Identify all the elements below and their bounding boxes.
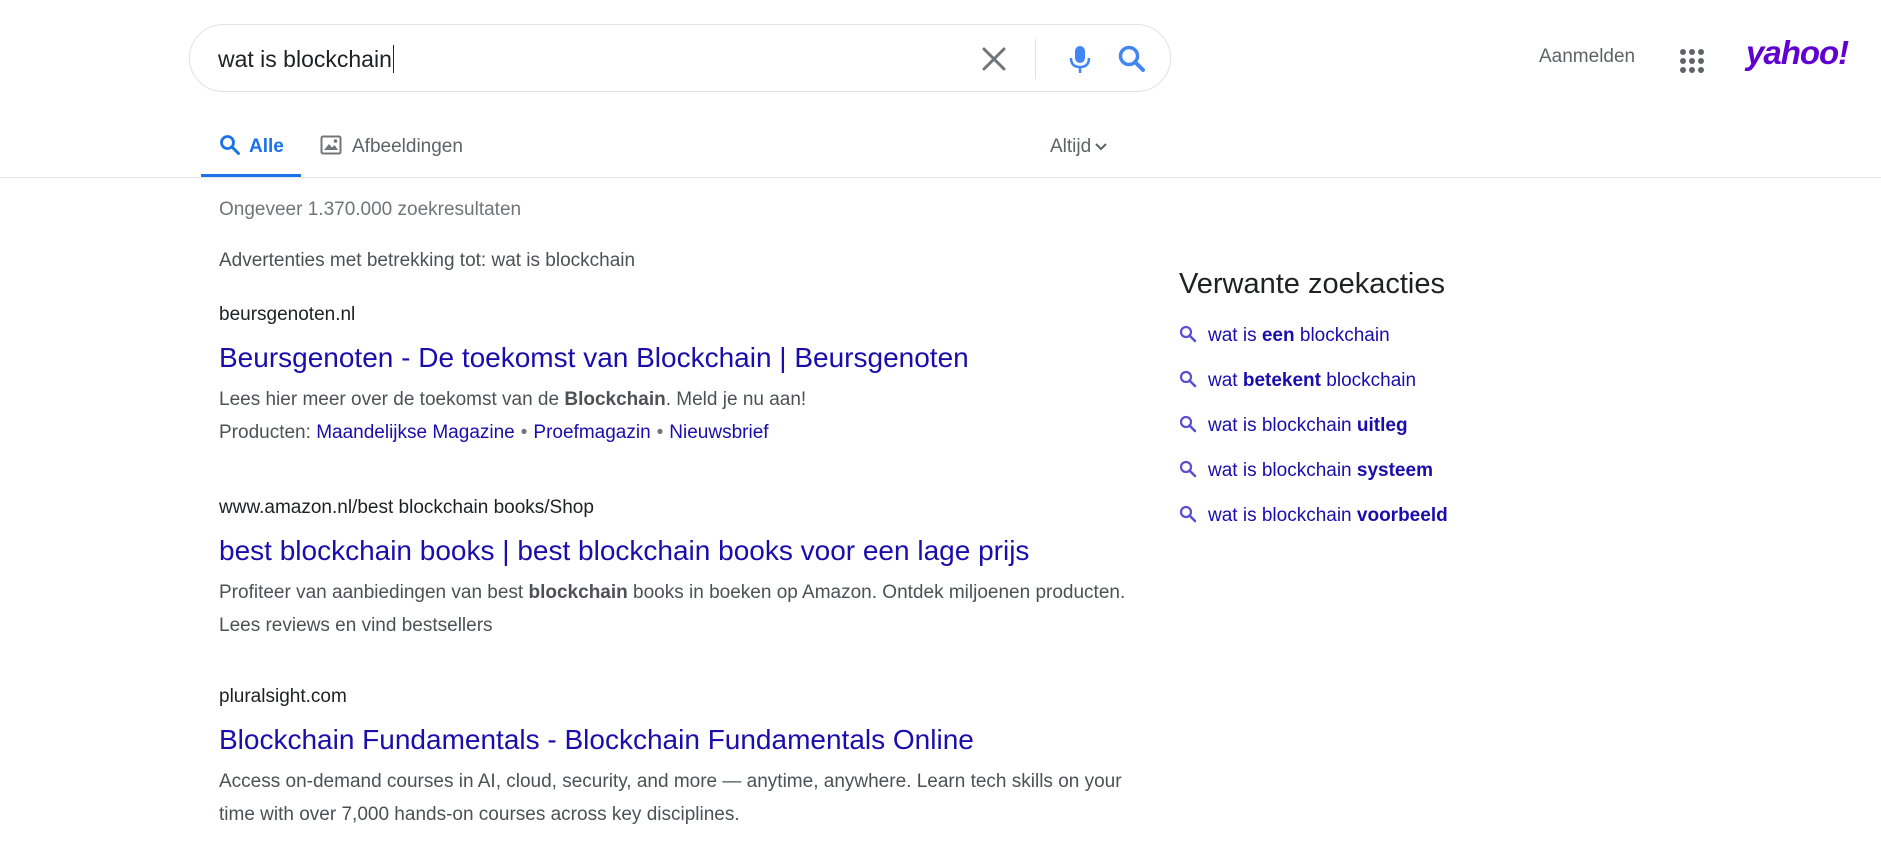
sitelinks-label: Producten:	[219, 422, 311, 443]
result-url[interactable]: www.amazon.nl/best blockchain books/Shop	[219, 496, 1139, 520]
tab-all-label: Alle	[249, 136, 284, 157]
mic-icon	[1069, 46, 1091, 73]
separator-dot: •	[520, 422, 528, 443]
signin-link[interactable]: Aanmelden	[1539, 46, 1635, 68]
results-count: Ongeveer 1.370.000 zoekresultaten	[219, 199, 522, 220]
result-url[interactable]: beursgenoten.nl	[219, 303, 1139, 327]
result-title[interactable]: Beursgenoten - De toekomst van Blockchai…	[219, 341, 1139, 375]
result-title[interactable]: best blockchain books | best blockchain …	[219, 534, 1139, 568]
search-result: pluralsight.com Blockchain Fundamentals …	[219, 685, 1139, 831]
header-divider	[0, 177, 1881, 178]
search-input-wrap[interactable]: wat is blockchain	[218, 25, 394, 93]
result-description: Profiteer van aanbiedingen van best bloc…	[219, 582, 1126, 636]
sitelink[interactable]: Nieuwsbrief	[669, 422, 768, 443]
search-divider	[1035, 39, 1036, 79]
separator-dot: •	[656, 422, 664, 443]
text-caret	[392, 44, 394, 73]
result-title[interactable]: Blockchain Fundamentals - Blockchain Fun…	[219, 723, 1139, 757]
apps-button[interactable]	[1679, 48, 1705, 74]
search-icon	[1118, 45, 1145, 72]
related-search-item[interactable]: wat betekent blockchain	[1179, 370, 1448, 415]
search-icon	[1179, 505, 1197, 523]
result-description: Access on-demand courses in AI, cloud, s…	[219, 771, 1122, 825]
search-result: www.amazon.nl/best blockchain books/Shop…	[219, 496, 1139, 642]
voice-search-button[interactable]	[1067, 43, 1093, 75]
search-icon	[1179, 370, 1197, 388]
time-filter-dropdown[interactable]: Altijd	[1050, 136, 1107, 158]
related-search-item[interactable]: wat is blockchain uitleg	[1179, 415, 1448, 460]
chevron-down-icon	[1095, 143, 1107, 151]
related-search-item[interactable]: wat is blockchain voorbeeld	[1179, 505, 1448, 550]
yahoo-logo[interactable]: yahoo!	[1746, 34, 1849, 72]
related-searches-title: Verwante zoekacties	[1179, 268, 1445, 300]
clear-icon	[982, 47, 1006, 71]
related-search-item[interactable]: wat is blockchain systeem	[1179, 460, 1448, 505]
search-bar[interactable]: wat is blockchain	[189, 24, 1171, 92]
search-icon	[220, 135, 240, 155]
tab-all[interactable]: Alle	[201, 132, 301, 177]
search-icon	[1179, 325, 1197, 343]
ads-label: Advertenties met betrekking tot: wat is …	[219, 250, 636, 271]
tab-images-label: Afbeeldingen	[352, 136, 463, 157]
result-url[interactable]: pluralsight.com	[219, 685, 1139, 709]
related-search-item[interactable]: wat is een blockchain	[1179, 325, 1448, 370]
result-description: Lees hier meer over de toekomst van de B…	[219, 389, 807, 410]
related-searches-list: wat is een blockchain wat betekent block…	[1179, 325, 1448, 550]
tab-images[interactable]: Afbeeldingen	[320, 132, 480, 176]
search-result: beursgenoten.nl Beursgenoten - De toekom…	[219, 303, 1139, 449]
search-button[interactable]	[1117, 43, 1147, 75]
apps-grid-icon	[1680, 49, 1704, 73]
clear-button[interactable]	[980, 45, 1008, 73]
search-icon	[1179, 460, 1197, 478]
time-filter-label: Altijd	[1050, 136, 1092, 157]
search-input[interactable]: wat is blockchain	[218, 46, 392, 72]
search-icon	[1179, 415, 1197, 433]
image-icon	[320, 135, 342, 155]
sitelink[interactable]: Proefmagazin	[533, 422, 650, 443]
result-sitelinks: Producten: Maandelijkse Magazine • Proefma…	[219, 416, 1139, 449]
sitelink[interactable]: Maandelijkse Magazine	[316, 422, 515, 443]
